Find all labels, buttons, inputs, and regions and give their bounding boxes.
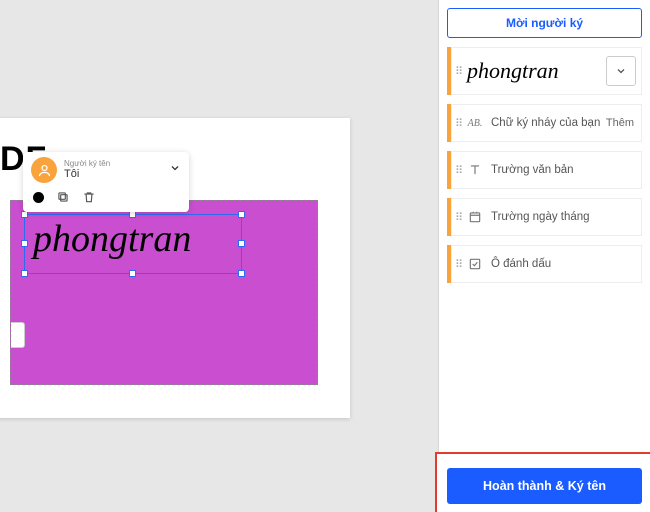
signer-popover: Người ký tên Tôi (23, 152, 189, 212)
field-label-text: Chữ ký nháy của bạn (491, 117, 600, 129)
resize-handle[interactable] (238, 211, 245, 218)
resize-handle[interactable] (238, 270, 245, 277)
delete-icon[interactable] (82, 190, 96, 204)
checkbox-icon (467, 257, 483, 271)
drag-handle-icon[interactable]: ⠿ (451, 211, 465, 224)
signer-name: Tôi (64, 168, 169, 180)
duplicate-icon[interactable] (56, 190, 70, 204)
signer-toolbar (23, 184, 189, 212)
chevron-down-icon (169, 161, 181, 179)
resize-handle[interactable] (129, 211, 136, 218)
signer-selector[interactable]: Người ký tên Tôi (23, 152, 189, 184)
checkbox-field-item[interactable]: ⠿ Ô đánh dấu (447, 245, 642, 283)
expand-button[interactable] (606, 56, 636, 86)
sidebar: Mời người ký ⠿ phongtran ⠿ AB. Chữ ký nh… (438, 0, 650, 512)
date-field-item[interactable]: ⠿ Trường ngày tháng (447, 198, 642, 236)
signer-role-label: Người ký tên (64, 160, 169, 169)
field-label-text: Ô đánh dấu (491, 258, 551, 270)
text-icon (467, 163, 483, 177)
field-tab[interactable] (11, 322, 25, 348)
signature-field-item[interactable]: ⠿ phongtran (447, 47, 642, 95)
resize-handle[interactable] (21, 211, 28, 218)
person-icon (31, 157, 57, 183)
invite-signer-button[interactable]: Mời người ký (447, 8, 642, 38)
canvas-area[interactable]: DF Người ký tên Tôi phon (0, 0, 438, 512)
field-label-text: Trường ngày tháng (491, 211, 590, 223)
initials-field-item[interactable]: ⠿ AB. Chữ ký nháy của bạn Thêm (447, 104, 642, 142)
footer-callout: Hoàn thành & Ký tên (435, 452, 650, 512)
signature-selection-box[interactable]: phongtran (24, 214, 242, 274)
text-field-item[interactable]: ⠿ Trường văn bản (447, 151, 642, 189)
signature-preview: phongtran (465, 58, 606, 84)
drag-handle-icon[interactable]: ⠿ (451, 164, 465, 177)
resize-handle[interactable] (21, 240, 28, 247)
drag-handle-icon[interactable]: ⠿ (451, 65, 465, 78)
resize-handle[interactable] (238, 240, 245, 247)
add-initials-link[interactable]: Thêm (606, 117, 642, 129)
drag-handle-icon[interactable]: ⠿ (451, 117, 465, 130)
resize-handle[interactable] (129, 270, 136, 277)
drag-handle-icon[interactable]: ⠿ (451, 258, 465, 271)
signature-text: phongtran (25, 215, 241, 265)
resize-handle[interactable] (21, 270, 28, 277)
field-label-text: Trường văn bản (491, 164, 574, 176)
color-swatch[interactable] (33, 192, 44, 203)
calendar-icon (467, 210, 483, 224)
initials-icon: AB. (467, 118, 483, 129)
complete-sign-button[interactable]: Hoàn thành & Ký tên (447, 468, 642, 504)
